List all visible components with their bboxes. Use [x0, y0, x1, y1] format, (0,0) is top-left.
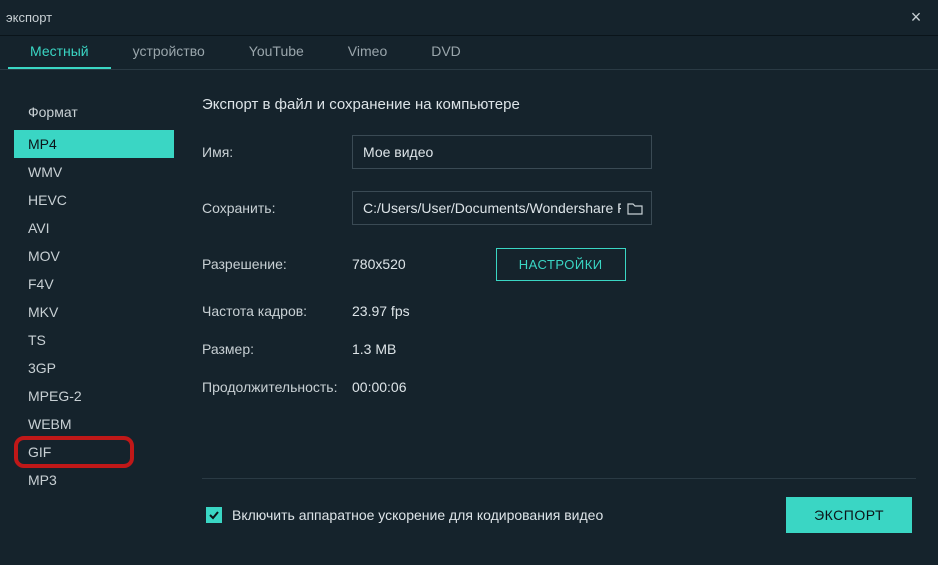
check-icon: [208, 509, 220, 521]
format-item-gif[interactable]: GIF: [14, 438, 174, 466]
tab-vimeo[interactable]: Vimeo: [326, 35, 409, 69]
tab-local[interactable]: Местный: [8, 35, 111, 69]
format-item-mkv[interactable]: MKV: [14, 298, 174, 326]
format-item-3gp[interactable]: 3GP: [14, 354, 174, 382]
format-item-mp4[interactable]: MP4: [14, 130, 174, 158]
tab-dvd[interactable]: DVD: [409, 35, 483, 69]
format-item-mpeg2[interactable]: MPEG-2: [14, 382, 174, 410]
row-fps: Частота кадров: 23.97 fps: [202, 303, 916, 319]
size-value: 1.3 MB: [352, 341, 396, 357]
save-path-field[interactable]: C:/Users/User/Documents/Wondershare Film…: [352, 191, 652, 225]
hwaccel-option: Включить аппаратное ускорение для кодиро…: [206, 507, 603, 523]
format-sidebar: Формат MP4 WMV HEVC AVI MOV F4V MKV TS 3…: [14, 88, 174, 551]
format-item-ts[interactable]: TS: [14, 326, 174, 354]
row-name: Имя:: [202, 135, 916, 169]
save-path-text: C:/Users/User/Documents/Wondershare Film…: [363, 200, 621, 216]
settings-button[interactable]: НАСТРОЙКИ: [496, 248, 626, 281]
close-button[interactable]: ×: [906, 7, 926, 28]
duration-value: 00:00:06: [352, 379, 407, 395]
format-item-mov[interactable]: MOV: [14, 242, 174, 270]
fps-label: Частота кадров:: [202, 303, 352, 319]
row-size: Размер: 1.3 MB: [202, 341, 916, 357]
titlebar: экспорт ×: [0, 0, 938, 36]
hwaccel-checkbox[interactable]: [206, 507, 222, 523]
tab-device[interactable]: устройство: [111, 35, 227, 69]
row-duration: Продолжительность: 00:00:06: [202, 379, 916, 395]
resolution-label: Разрешение:: [202, 256, 352, 272]
resolution-value: 780x520: [352, 256, 406, 272]
tab-youtube[interactable]: YouTube: [227, 35, 326, 69]
size-label: Размер:: [202, 341, 352, 357]
export-settings-panel: Экспорт в файл и сохранение на компьютер…: [198, 88, 924, 551]
fps-value: 23.97 fps: [352, 303, 410, 319]
name-label: Имя:: [202, 144, 352, 160]
format-item-webm[interactable]: WEBM: [14, 410, 174, 438]
export-window: экспорт × Местный устройство YouTube Vim…: [0, 0, 938, 565]
export-body: Формат MP4 WMV HEVC AVI MOV F4V MKV TS 3…: [0, 70, 938, 565]
row-resolution: Разрешение: 780x520 НАСТРОЙКИ: [202, 247, 916, 281]
panel-heading: Экспорт в файл и сохранение на компьютер…: [202, 96, 916, 113]
save-label: Сохранить:: [202, 200, 352, 216]
format-item-wmv[interactable]: WMV: [14, 158, 174, 186]
bottom-bar: Включить аппаратное ускорение для кодиро…: [202, 478, 916, 551]
duration-label: Продолжительность:: [202, 379, 352, 395]
name-input[interactable]: [352, 135, 652, 169]
format-item-hevc[interactable]: HEVC: [14, 186, 174, 214]
format-item-mp3[interactable]: MP3: [14, 466, 174, 494]
format-item-f4v[interactable]: F4V: [14, 270, 174, 298]
format-item-avi[interactable]: AVI: [14, 214, 174, 242]
format-heading: Формат: [14, 96, 174, 130]
export-tabs: Местный устройство YouTube Vimeo DVD: [0, 36, 938, 70]
export-button[interactable]: ЭКСПОРТ: [786, 497, 912, 533]
hwaccel-label: Включить аппаратное ускорение для кодиро…: [232, 507, 603, 523]
window-title: экспорт: [6, 10, 52, 25]
row-save: Сохранить: C:/Users/User/Documents/Wonde…: [202, 191, 916, 225]
folder-icon[interactable]: [627, 201, 643, 215]
